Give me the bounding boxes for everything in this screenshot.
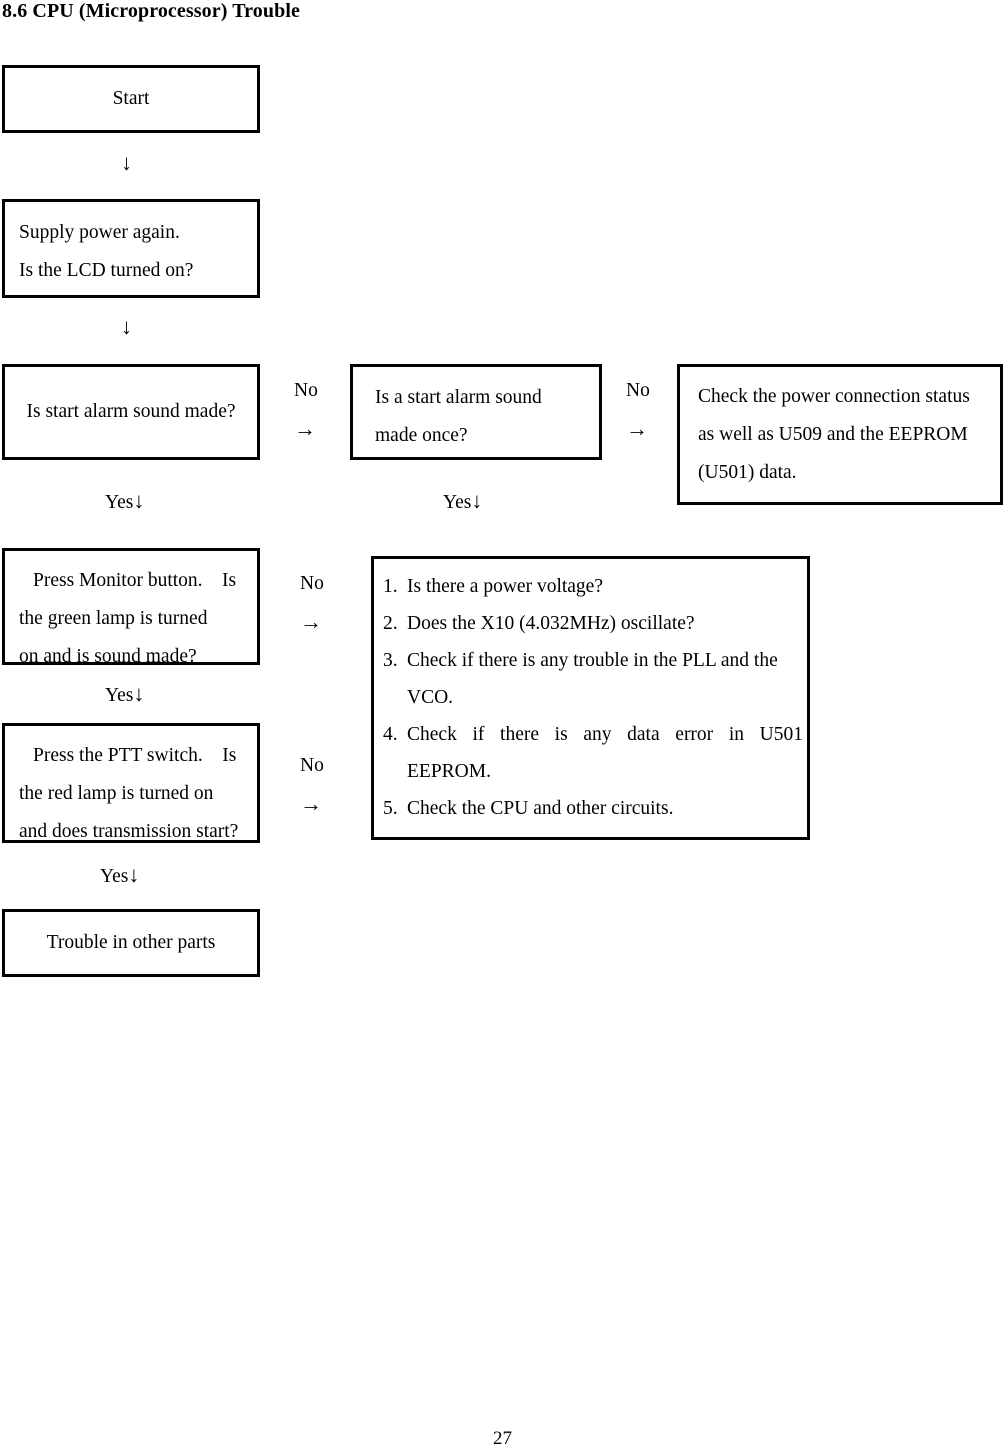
connector-no-2-label: No: [626, 380, 650, 401]
connector-yes-4: Yes↓: [100, 862, 140, 888]
connector-no-4-label: No: [300, 755, 324, 776]
check-list-item-number: 2.: [383, 613, 398, 634]
connector-yes-1: Yes↓: [105, 488, 145, 514]
flowchart-box-start-text: Start: [112, 88, 150, 109]
arrow-down-icon-5: ↓: [133, 681, 145, 706]
check-list-item-text: Check if there is any data error in U501…: [407, 724, 803, 782]
check-list-item-text: Check if there is any trouble in the PLL…: [407, 650, 778, 708]
arrow-right-icon-1: →: [294, 416, 316, 441]
arrow-right-icon-3: →: [300, 609, 322, 634]
flowchart-box-alarm-sound: Is start alarm sound made?: [2, 364, 260, 460]
flowchart-box-supply-power: Supply power again. Is the LCD turned on…: [2, 199, 260, 298]
flowchart-box-other-parts: Trouble in other parts: [2, 909, 260, 977]
document-page: 8.6 CPU (Microprocessor) Trouble Start ↓…: [0, 0, 1005, 1456]
page-title: 8.6 CPU (Microprocessor) Trouble: [2, 0, 300, 22]
arrow-down-icon-3: ↓: [133, 488, 145, 513]
flowchart-box-alarm-once-line2: made once?: [375, 425, 468, 446]
flowchart-box-monitor-button-line3: on and is sound made?: [19, 646, 197, 667]
flowchart-box-monitor-button-line1: Press Monitor button. Is: [33, 570, 237, 591]
arrow-down-icon-2: ↓: [121, 314, 132, 339]
arrow-right-icon-4: →: [300, 791, 322, 816]
connector-yes-2-label: Yes: [443, 492, 472, 513]
flowchart-box-monitor-button-line2: the green lamp is turned: [19, 608, 208, 629]
check-list-item-text: Is there a power voltage?: [407, 576, 603, 597]
flowchart-box-other-parts-text: Trouble in other parts: [46, 932, 216, 953]
flowchart-box-ptt-switch-line2: the red lamp is turned on: [19, 783, 214, 804]
flowchart-box-ptt-switch-line3: and does transmission start?: [19, 821, 239, 842]
check-list-item-number: 3.: [383, 650, 398, 671]
flowchart-box-power-connection-line2: as well as U509 and the EEPROM: [698, 424, 968, 445]
arrow-down-icon-1: ↓: [121, 150, 132, 175]
check-list-item-text: Does the X10 (4.032MHz) oscillate?: [407, 613, 695, 634]
connector-yes-3: Yes↓: [105, 681, 145, 707]
check-list-item: 3. Check if there is any trouble in the …: [383, 642, 803, 716]
flowchart-box-supply-power-line1: Supply power again.: [19, 222, 180, 243]
connector-no-3-label: No: [300, 573, 324, 594]
connector-yes-1-label: Yes: [105, 492, 134, 513]
connector-yes-4-label: Yes: [100, 866, 129, 887]
connector-no-1: No →: [294, 380, 318, 441]
flowchart-box-check-list: 1. Is there a power voltage? 2. Does the…: [371, 556, 810, 840]
connector-no-2: No →: [626, 380, 650, 441]
check-list-item: 4. Check if there is any data error in U…: [383, 716, 803, 790]
check-list-item-number: 5.: [383, 798, 398, 819]
connector-yes-2: Yes↓: [443, 488, 483, 514]
check-list-item-number: 1.: [383, 576, 398, 597]
flowchart-box-ptt-switch: Press the PTT switch. Is the red lamp is…: [2, 723, 260, 843]
flowchart-box-alarm-sound-text: Is start alarm sound made?: [26, 401, 236, 422]
connector-no-3: No →: [300, 573, 324, 634]
flowchart-box-alarm-once-line1: Is a start alarm sound: [375, 387, 542, 408]
check-list-item: 5. Check the CPU and other circuits.: [383, 790, 803, 827]
arrow-right-icon-2: →: [626, 416, 648, 441]
flowchart-box-power-connection-line1: Check the power connection status: [698, 386, 970, 407]
connector-yes-3-label: Yes: [105, 685, 134, 706]
flowchart-box-alarm-once: Is a start alarm sound made once?: [350, 364, 602, 460]
arrow-down-icon-6: ↓: [128, 862, 140, 887]
check-list-item: 2. Does the X10 (4.032MHz) oscillate?: [383, 605, 803, 642]
check-list-item-number: 4.: [383, 724, 398, 745]
connector-no-4: No →: [300, 755, 324, 816]
flowchart-box-start: Start: [2, 65, 260, 133]
check-list-item-text: Check the CPU and other circuits.: [407, 798, 674, 819]
check-list-item: 1. Is there a power voltage?: [383, 568, 803, 605]
page-number: 27: [493, 1428, 512, 1449]
flowchart-box-monitor-button: Press Monitor button. Is the green lamp …: [2, 548, 260, 667]
flowchart-box-power-connection: Check the power connection status as wel…: [677, 364, 1003, 505]
check-list: 1. Is there a power voltage? 2. Does the…: [383, 568, 803, 827]
flowchart-box-ptt-switch-line1: Press the PTT switch. Is: [33, 745, 237, 766]
flowchart-box-supply-power-line2: Is the LCD turned on?: [19, 260, 194, 281]
flowchart-box-power-connection-line3: (U501) data.: [698, 462, 797, 483]
arrow-down-icon-4: ↓: [471, 488, 483, 513]
connector-no-1-label: No: [294, 380, 318, 401]
